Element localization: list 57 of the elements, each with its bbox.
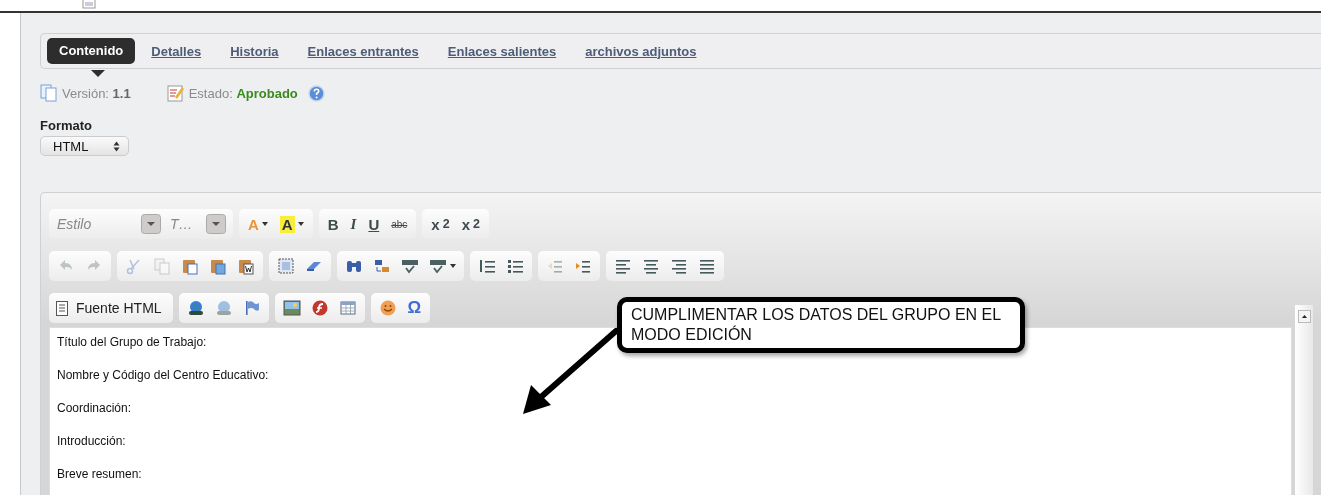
table-icon xyxy=(338,299,357,317)
copy-icon xyxy=(40,84,58,102)
dropdown-icon xyxy=(141,214,161,234)
bold-button[interactable]: B xyxy=(323,212,343,236)
special-character-button[interactable]: Ω xyxy=(403,296,426,320)
caret-icon xyxy=(450,264,456,268)
tab[interactable]: Enlaces salientes xyxy=(447,43,557,59)
highlight-button[interactable]: A xyxy=(275,212,308,236)
smiley-icon xyxy=(378,299,397,317)
align-right-icon xyxy=(670,257,688,275)
align-center-icon xyxy=(642,257,660,275)
align-left-icon xyxy=(614,257,632,275)
updown-icon xyxy=(113,140,120,152)
clipboard-icon xyxy=(209,257,227,275)
clipboard-icon xyxy=(181,257,199,275)
italic-button[interactable]: I xyxy=(346,212,361,236)
clipboard-icon xyxy=(237,257,255,275)
content-line: Nombre y Código del Centro Educativo: xyxy=(57,367,269,383)
help-icon[interactable] xyxy=(307,84,325,102)
globe-icon xyxy=(186,299,205,317)
spellcheck-icon xyxy=(429,257,447,275)
state-text: Estado: Aprobado xyxy=(188,85,298,101)
replace-icon xyxy=(373,257,391,275)
image-icon xyxy=(282,299,301,317)
dropdown-icon xyxy=(206,214,226,234)
flash-icon xyxy=(310,299,329,317)
source-button[interactable]: Fuente HTML xyxy=(54,296,168,320)
content-line: Breve resumen: xyxy=(57,466,142,482)
copy-icon xyxy=(153,257,171,275)
tab[interactable]: archivos adjuntos xyxy=(585,43,697,59)
select-all-icon xyxy=(277,257,295,275)
caret-icon xyxy=(261,222,268,226)
callout-box: CUMPLIMENTAR LOS DATOS DEL GRUPO EN EL MODO EDICIÓN xyxy=(617,297,1025,353)
strike-button[interactable]: abc xyxy=(387,212,412,236)
tab[interactable]: Contenido xyxy=(47,38,136,64)
content-line: Coordinación: xyxy=(57,400,132,416)
content-line: Título del Grupo de Trabajo: xyxy=(57,334,207,350)
tab[interactable]: Historia xyxy=(230,43,279,59)
content-line: Introducción: xyxy=(57,433,126,449)
scrollbar[interactable] xyxy=(1295,305,1313,495)
scroll-up-icon[interactable] xyxy=(1297,310,1311,323)
tab[interactable]: Enlaces entrantes xyxy=(307,43,419,59)
spellcheck-icon xyxy=(401,257,419,275)
caret-icon xyxy=(297,222,304,226)
format-select[interactable]: HTML xyxy=(40,136,129,156)
bullet-list-icon xyxy=(506,257,524,275)
underline-button[interactable]: U xyxy=(364,212,384,236)
version-text: Versión: 1.1 xyxy=(62,85,131,101)
justify-icon xyxy=(698,257,716,275)
scissors-icon xyxy=(125,257,143,275)
edit-icon xyxy=(166,84,185,102)
document-icon xyxy=(56,300,68,316)
tab-pointer-icon xyxy=(91,70,105,77)
numbered-list-icon xyxy=(478,257,496,275)
tab[interactable]: Detalles xyxy=(151,43,202,59)
globe-icon xyxy=(214,299,233,317)
format-label: Formato xyxy=(40,118,93,133)
